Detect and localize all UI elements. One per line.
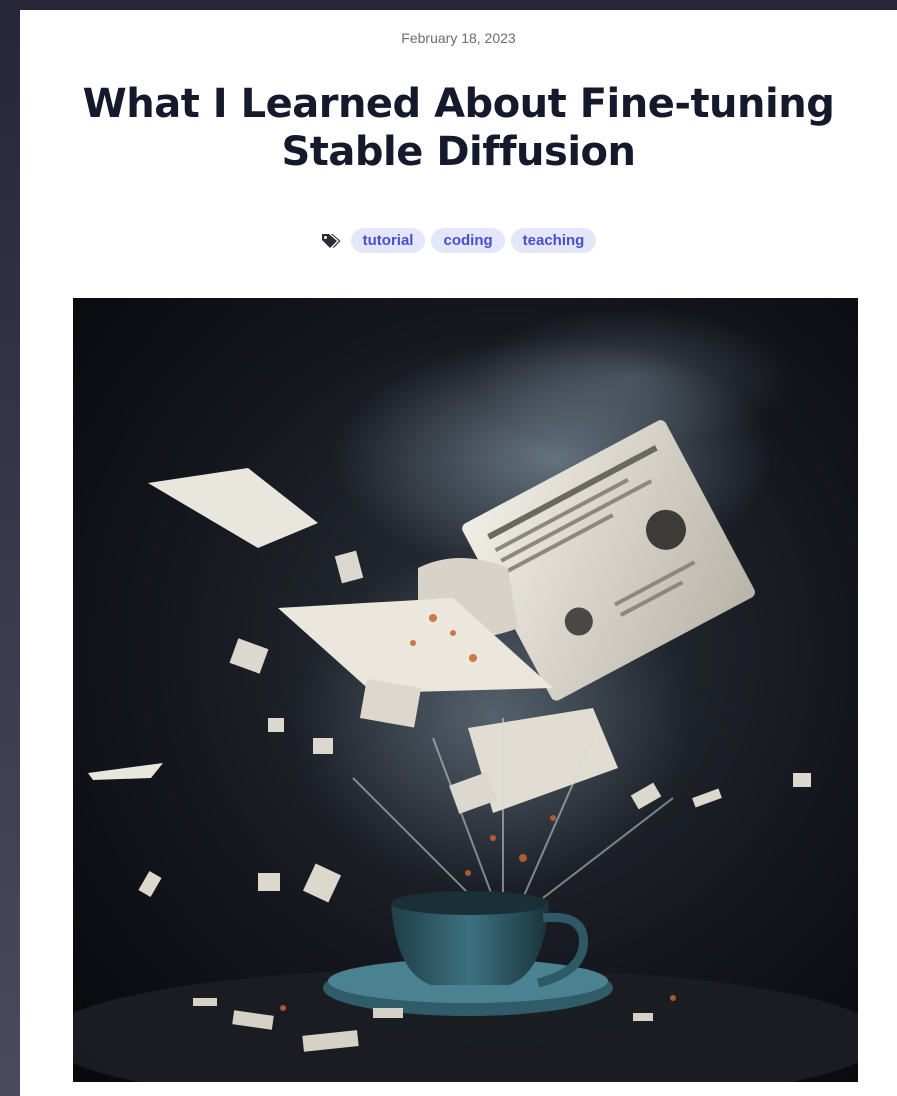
hero-image bbox=[73, 298, 858, 1082]
blog-post-card: February 18, 2023 What I Learned About F… bbox=[20, 10, 897, 1096]
tag-teaching[interactable]: teaching bbox=[510, 228, 597, 253]
tag-coding[interactable]: coding bbox=[431, 228, 505, 253]
post-date: February 18, 2023 bbox=[401, 30, 516, 46]
post-title: What I Learned About Fine-tuning Stable … bbox=[82, 81, 835, 175]
tags-icon bbox=[321, 233, 341, 249]
tag-list: tutorial coding teaching bbox=[20, 228, 897, 253]
tag-tutorial[interactable]: tutorial bbox=[350, 228, 426, 253]
